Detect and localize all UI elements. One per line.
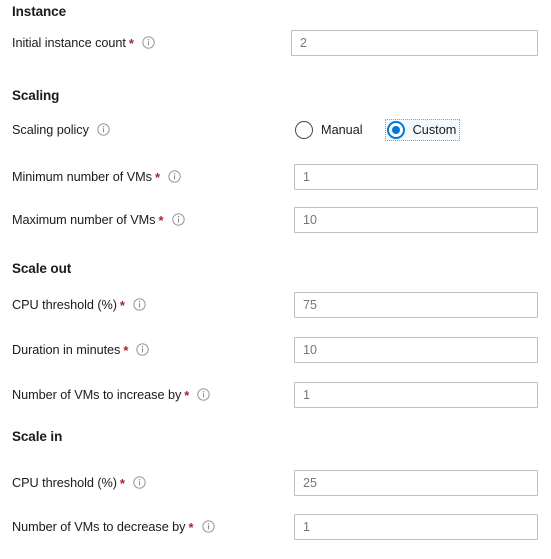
required-asterisk: *: [184, 388, 190, 403]
radio-group-scaling-policy: Manual Custom: [293, 117, 461, 143]
required-asterisk: *: [154, 170, 160, 185]
field-row-cpu-threshold-percent: CPU threshold (%) *: [0, 292, 551, 318]
radio-option-custom[interactable]: Custom: [384, 119, 461, 141]
section-heading-scale-in: Scale in: [12, 429, 63, 444]
info-icon[interactable]: [142, 36, 155, 49]
field-label-number-of-vms-to-decrease-by: Number of VMs to decrease by *: [12, 514, 215, 540]
label-text: Duration in minutes: [12, 343, 121, 357]
radio-option-manual[interactable]: Manual: [293, 119, 367, 141]
info-icon[interactable]: [201, 520, 215, 533]
section-heading-scaling: Scaling: [12, 88, 60, 103]
input-cpu-threshold-percent[interactable]: [294, 470, 538, 496]
field-label-cpu-threshold-percent: CPU threshold (%) *: [12, 470, 146, 496]
field-row-minimum-number-of-vms: Minimum number of VMs *: [0, 164, 551, 190]
field-label-number-of-vms-to-increase-by: Number of VMs to increase by *: [12, 382, 210, 408]
field-row-initial-instance-count: Initial instance count *: [0, 30, 551, 56]
label-text: Scaling policy: [12, 123, 89, 137]
field-row-duration-in-minutes: Duration in minutes *: [0, 337, 551, 363]
section-heading-instance: Instance: [12, 4, 66, 19]
required-asterisk: *: [123, 343, 129, 358]
required-asterisk: *: [158, 213, 164, 228]
label-text: Initial instance count: [12, 36, 126, 50]
field-row-scaling-policy: Scaling policy Manual Custom: [0, 117, 551, 143]
info-icon[interactable]: [168, 170, 181, 183]
info-icon[interactable]: [133, 298, 146, 311]
input-number-of-vms-to-increase-by[interactable]: [294, 382, 538, 408]
field-label-cpu-threshold-percent: CPU threshold (%) *: [12, 292, 146, 318]
label-text: Number of VMs to increase by: [12, 388, 182, 402]
field-row-number-of-vms-to-decrease-by: Number of VMs to decrease by *: [0, 514, 551, 540]
info-icon[interactable]: [197, 388, 210, 401]
info-icon[interactable]: [171, 213, 185, 226]
radio-selected-icon[interactable]: [386, 121, 405, 139]
field-label-scaling-policy: Scaling policy: [12, 117, 110, 143]
field-label-initial-instance-count: Initial instance count *: [12, 30, 155, 56]
input-number-of-vms-to-decrease-by[interactable]: [294, 514, 538, 540]
label-text: Number of VMs to decrease by: [12, 520, 186, 534]
info-icon[interactable]: [97, 123, 110, 136]
field-label-maximum-number-of-vms: Maximum number of VMs *: [12, 207, 185, 233]
radio-option-label: Custom: [412, 123, 457, 137]
label-text: Minimum number of VMs: [12, 170, 152, 184]
field-label-minimum-number-of-vms: Minimum number of VMs *: [12, 164, 181, 190]
input-initial-instance-count[interactable]: [291, 30, 538, 56]
input-maximum-number-of-vms[interactable]: [294, 207, 538, 233]
required-asterisk: *: [188, 520, 194, 535]
radio-unselected-icon[interactable]: [295, 121, 313, 139]
input-duration-in-minutes[interactable]: [294, 337, 538, 363]
radio-option-label: Manual: [321, 123, 363, 137]
label-text: CPU threshold (%): [12, 298, 117, 312]
required-asterisk: *: [128, 36, 134, 51]
required-asterisk: *: [119, 298, 125, 313]
input-minimum-number-of-vms[interactable]: [294, 164, 538, 190]
required-asterisk: *: [119, 476, 125, 491]
scaling-settings-form: InstanceInitial instance count*ScalingSc…: [0, 0, 551, 559]
section-heading-scale-out: Scale out: [12, 261, 72, 276]
input-cpu-threshold-percent[interactable]: [294, 292, 538, 318]
field-row-cpu-threshold-percent: CPU threshold (%) *: [0, 470, 551, 496]
label-text: CPU threshold (%): [12, 476, 117, 490]
info-icon[interactable]: [133, 476, 146, 489]
info-icon[interactable]: [136, 343, 150, 356]
field-row-maximum-number-of-vms: Maximum number of VMs *: [0, 207, 551, 233]
label-text: Maximum number of VMs: [12, 213, 156, 227]
field-row-number-of-vms-to-increase-by: Number of VMs to increase by *: [0, 382, 551, 408]
field-label-duration-in-minutes: Duration in minutes *: [12, 337, 150, 363]
